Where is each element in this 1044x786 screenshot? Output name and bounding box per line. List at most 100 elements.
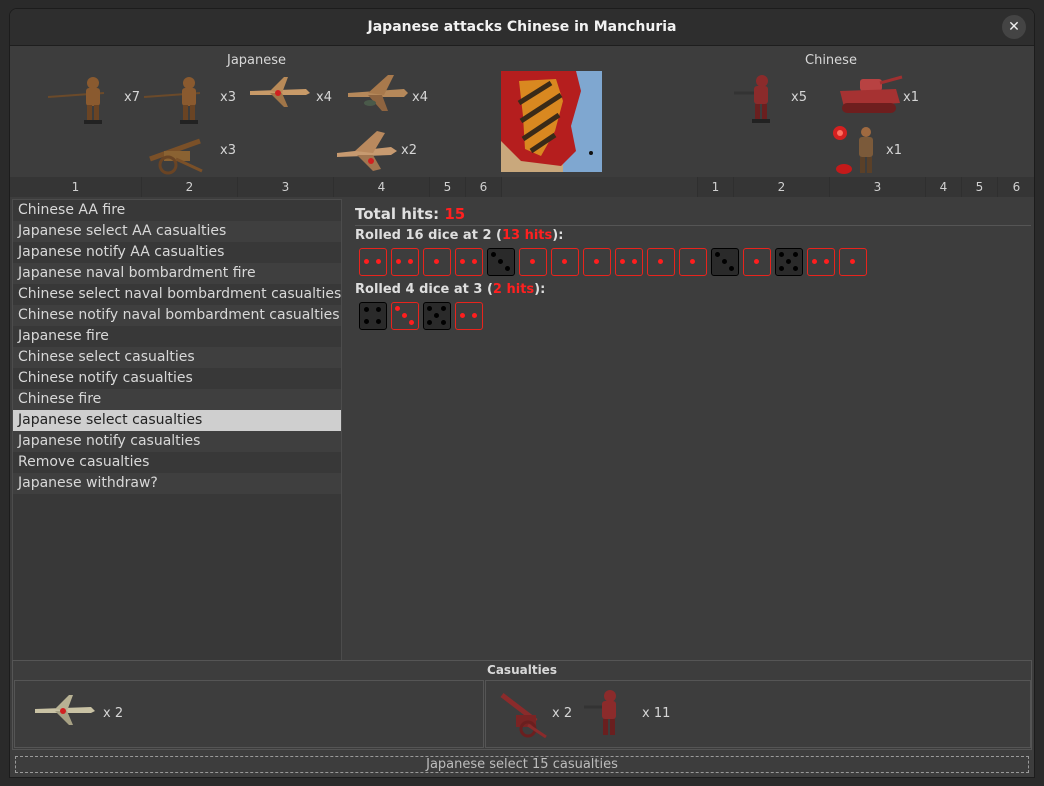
window-title: Japanese attacks Chinese in Manchuria: [367, 19, 677, 35]
step-item[interactable]: Japanese select AA casualties: [13, 221, 341, 242]
die-pip: [426, 305, 432, 311]
attacker-label: Japanese: [227, 53, 287, 68]
fighter-icon: [248, 73, 312, 113]
step-item[interactable]: Chinese fire: [13, 389, 341, 410]
casualties-title: Casualties: [487, 663, 557, 677]
roll-label-suffix: ):: [534, 282, 546, 297]
unit-count: x4: [316, 90, 332, 105]
die-miss: [711, 248, 739, 276]
die-pip: [459, 258, 465, 264]
attacker-casualties: x 2: [14, 680, 484, 748]
die-hit: [519, 248, 547, 276]
infantry-icon: [732, 71, 792, 129]
die-pip: [811, 258, 817, 264]
roll-hits-count: 13 hits: [501, 228, 553, 243]
die-pip: [689, 258, 695, 264]
ruler-cell: 4: [926, 177, 962, 197]
step-item[interactable]: Japanese fire: [13, 326, 341, 347]
dice-row: [355, 302, 1031, 330]
divider: [355, 225, 1031, 226]
die-miss: [487, 248, 515, 276]
die-pip: [849, 258, 855, 264]
die-pip: [394, 305, 400, 311]
die-pip: [823, 258, 829, 264]
roll-label-suffix: ):: [552, 228, 564, 243]
roll-label: Rolled 4 dice at 3 (2 hits):: [355, 282, 1031, 297]
fighter-icon: [33, 691, 97, 731]
ruler-cell: 2: [142, 177, 238, 197]
step-item[interactable]: Chinese notify naval bombardment casualt…: [13, 305, 341, 326]
die-pip: [792, 251, 798, 257]
defender-label: Chinese: [805, 53, 857, 68]
die-miss: [775, 248, 803, 276]
step-item[interactable]: Japanese notify casualties: [13, 431, 341, 452]
die-pip: [440, 305, 446, 311]
ruler-cell: 1: [10, 177, 142, 197]
officer-icon: [830, 123, 890, 183]
die-pip: [407, 258, 413, 264]
unit-count: x7: [124, 90, 140, 105]
roll-label-prefix: Rolled 16 dice at 2 (: [355, 228, 502, 243]
artillery-icon: [142, 129, 212, 179]
ruler-cell: 6: [998, 177, 1034, 197]
die-pip: [363, 306, 369, 312]
die-hit: [679, 248, 707, 276]
status-bar: Japanese select 15 casualties: [15, 756, 1029, 773]
die-pip: [408, 319, 414, 325]
die-hit: [423, 248, 451, 276]
die-hit: [359, 248, 387, 276]
die-pip: [728, 265, 734, 271]
die-hit: [743, 248, 771, 276]
tactical-bomber-icon: [344, 71, 410, 119]
die-pip: [375, 318, 381, 324]
die-hit: [391, 302, 419, 330]
die-hit: [455, 248, 483, 276]
ruler-cell: 3: [238, 177, 334, 197]
casualties-panel: Casualties x 2 x 2 x 11: [12, 660, 1032, 750]
battle-steps-list[interactable]: Chinese AA fire Japanese select AA casual…: [12, 199, 342, 661]
step-item[interactable]: Chinese select naval bombardment casualt…: [13, 284, 341, 305]
step-item[interactable]: Japanese notify AA casualties: [13, 242, 341, 263]
die-hit: [551, 248, 579, 276]
die-pip: [753, 258, 759, 264]
die-pip: [631, 258, 637, 264]
step-item[interactable]: Japanese naval bombardment fire: [13, 263, 341, 284]
defender-casualties: x 2 x 11: [485, 680, 1031, 748]
artillery-icon: [498, 689, 550, 743]
die-pip: [440, 319, 446, 325]
infantry-icon: [582, 687, 638, 745]
die-pip: [504, 265, 510, 271]
unit-count: x3: [220, 143, 236, 158]
die-pip: [375, 306, 381, 312]
die-pip: [714, 251, 720, 257]
battle-dialog: Japanese attacks Chinese in Manchuria ✕ …: [9, 8, 1035, 778]
die-pip: [433, 258, 439, 264]
die-roll-ruler: 1 2 3 4 5 6 1 2 3 4 5 6: [10, 177, 1034, 197]
ruler-gap: [502, 177, 698, 197]
unit-count: x1: [886, 143, 902, 158]
infantry-icon: [46, 71, 120, 129]
total-hits-value: 15: [444, 205, 466, 223]
die-hit: [839, 248, 867, 276]
die-pip: [471, 258, 477, 264]
ruler-cell: 5: [430, 177, 466, 197]
roll-label: Rolled 16 dice at 2 (13 hits):: [355, 228, 1031, 243]
step-item[interactable]: Chinese AA fire: [13, 200, 341, 221]
casualty-count: x 2: [552, 706, 573, 721]
close-button[interactable]: ✕: [1002, 15, 1026, 39]
step-item[interactable]: Japanese withdraw?: [13, 473, 341, 494]
step-item[interactable]: Japanese select casualties: [13, 410, 341, 431]
die-pip: [792, 265, 798, 271]
title-bar: Japanese attacks Chinese in Manchuria ✕: [10, 9, 1034, 46]
close-icon: ✕: [1008, 19, 1020, 35]
die-hit: [807, 248, 835, 276]
unit-count: x3: [220, 90, 236, 105]
unit-count: x4: [412, 90, 428, 105]
bomber-icon: [333, 127, 399, 177]
step-item[interactable]: Remove casualties: [13, 452, 341, 473]
die-pip: [778, 251, 784, 257]
step-item[interactable]: Chinese notify casualties: [13, 368, 341, 389]
casualty-count: x 11: [642, 706, 671, 721]
unit-count: x2: [401, 143, 417, 158]
step-item[interactable]: Chinese select casualties: [13, 347, 341, 368]
